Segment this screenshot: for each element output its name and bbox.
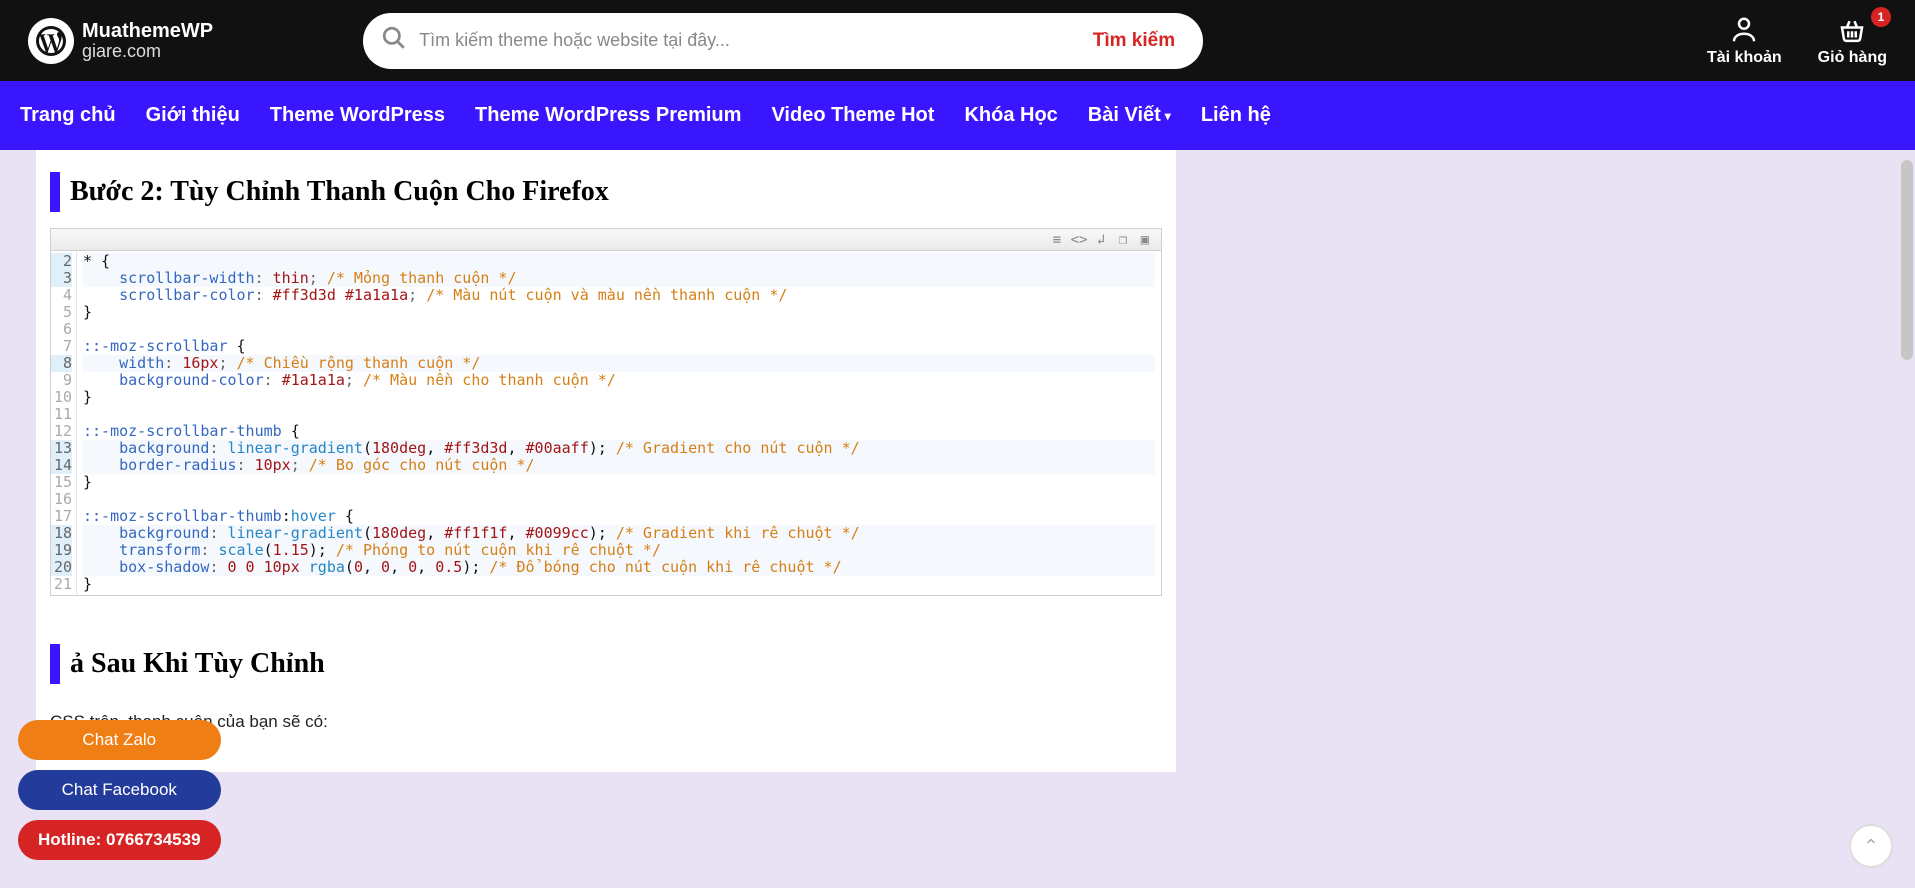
logo-text: MuathemeWP giare.com: [82, 20, 213, 62]
nav-video-hot[interactable]: Video Theme Hot: [771, 104, 934, 127]
search-button[interactable]: Tìm kiếm: [1075, 13, 1193, 69]
chevron-down-icon: ▾: [1165, 109, 1171, 123]
hotline-button[interactable]: Hotline: 0766734539: [18, 820, 221, 860]
toolbar-wrap-icon[interactable]: ↲: [1091, 232, 1111, 248]
site-logo[interactable]: MuathemeWP giare.com: [28, 18, 213, 64]
search-icon: [381, 25, 407, 56]
nav-khoa-hoc[interactable]: Khóa Học: [964, 104, 1057, 127]
scroll-top-button[interactable]: ⌃: [1849, 824, 1893, 868]
code-gutter: 23456789101112131415161718192021: [51, 251, 77, 595]
article-card: Bước 2: Tùy Chỉnh Thanh Cuộn Cho Firefox…: [36, 150, 1176, 772]
result-title: ả Sau Khi Tùy Chỉnh: [50, 644, 1162, 684]
toolbar-source-icon[interactable]: <>: [1069, 232, 1089, 248]
cart-link[interactable]: 1 Giỏ hàng: [1818, 15, 1887, 67]
chat-facebook-button[interactable]: Chat Facebook: [18, 770, 221, 810]
toolbar-popup-icon[interactable]: ▣: [1135, 232, 1155, 248]
chevron-up-icon: ⌃: [1863, 836, 1878, 857]
toolbar-copy-icon[interactable]: ❐: [1113, 232, 1133, 248]
cart-label: Giỏ hàng: [1818, 49, 1887, 67]
account-label: Tài khoản: [1707, 49, 1782, 67]
cart-badge: 1: [1871, 7, 1891, 27]
nav-lien-he[interactable]: Liên hệ: [1201, 104, 1271, 127]
main-nav: Trang chủ Giới thiệu Theme WordPress The…: [0, 81, 1915, 150]
code-toolbar: ≡ <> ↲ ❐ ▣: [51, 229, 1161, 251]
nav-theme-wp[interactable]: Theme WordPress: [270, 104, 445, 127]
chat-zalo-button[interactable]: Chat Zalo: [18, 720, 221, 760]
search-bar: Tìm kiếm: [363, 13, 1203, 69]
user-icon: [1729, 15, 1759, 45]
step-title: Bước 2: Tùy Chỉnh Thanh Cuộn Cho Firefox: [50, 172, 1162, 212]
topbar: MuathemeWP giare.com Tìm kiếm Tài khoản …: [0, 0, 1915, 81]
page-content: Bước 2: Tùy Chỉnh Thanh Cuộn Cho Firefox…: [0, 150, 1915, 888]
nav-trang-chu[interactable]: Trang chủ: [20, 104, 116, 127]
wordpress-icon: [28, 18, 74, 64]
toolbar-toggle-lines-icon[interactable]: ≡: [1047, 232, 1067, 248]
nav-bai-viet[interactable]: Bài Viết ▾: [1088, 104, 1171, 127]
nav-theme-wp-premium[interactable]: Theme WordPress Premium: [475, 104, 741, 127]
nav-gioi-thieu[interactable]: Giới thiệu: [146, 104, 240, 127]
search-input[interactable]: [407, 30, 1075, 51]
code-block: ≡ <> ↲ ❐ ▣ 23456789101112131415161718192…: [50, 228, 1162, 596]
code-lines[interactable]: * { scrollbar-width: thin; /* Mỏng thanh…: [77, 251, 1161, 595]
vertical-scrollbar[interactable]: [1899, 0, 1915, 888]
top-icons: Tài khoản 1 Giỏ hàng: [1707, 15, 1887, 67]
basket-icon: [1837, 15, 1867, 45]
float-buttons: Chat Zalo Chat Facebook Hotline: 0766734…: [18, 720, 221, 860]
account-link[interactable]: Tài khoản: [1707, 15, 1782, 67]
